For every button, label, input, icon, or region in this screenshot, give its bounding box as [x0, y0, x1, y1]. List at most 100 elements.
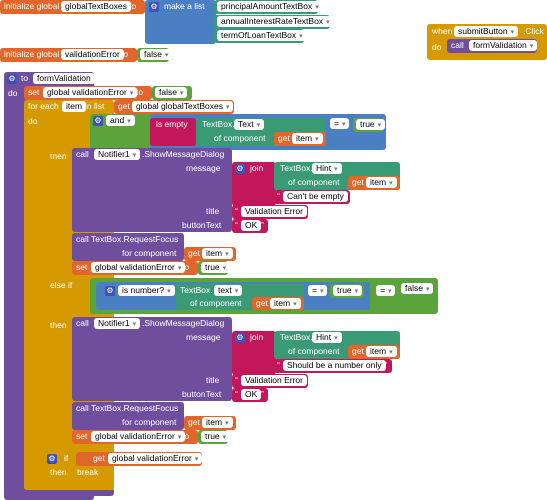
- gear-icon[interactable]: ⚙: [149, 2, 159, 12]
- variable-dropdown[interactable]: global validationError ▾: [91, 431, 186, 442]
- and-dropdown[interactable]: and ▾: [106, 115, 135, 126]
- is-empty-block[interactable]: is empty: [150, 118, 196, 146]
- equals-dropdown[interactable]: = ▾: [308, 285, 328, 296]
- variable-dropdown[interactable]: global globalTextBoxes ▾: [132, 101, 234, 112]
- join-block[interactable]: ⚙ join: [232, 162, 276, 206]
- get-item-block[interactable]: get item ▾: [184, 247, 236, 261]
- gear-icon[interactable]: ⚙: [7, 74, 17, 84]
- set-validationerror-block[interactable]: set global validationError ▾ to: [24, 86, 152, 100]
- variable-dropdown[interactable]: item ▾: [202, 417, 233, 428]
- boolean-dropdown[interactable]: false ▾: [140, 49, 173, 60]
- list-item-2[interactable]: termOfLoanTextBox ▾: [214, 29, 307, 43]
- join-block[interactable]: ⚙ join: [232, 331, 276, 375]
- true-block[interactable]: true ▾: [198, 261, 231, 275]
- boolean-dropdown[interactable]: true ▾: [333, 285, 363, 296]
- gear-icon[interactable]: ⚙: [105, 286, 115, 296]
- boolean-dropdown[interactable]: true ▾: [201, 262, 231, 273]
- text-field[interactable]: Can't be empty: [283, 191, 348, 202]
- list-item-1[interactable]: annualInterestRateTextBox ▾: [214, 15, 334, 29]
- true-block[interactable]: true ▾: [330, 284, 364, 298]
- variable-dropdown[interactable]: global validationError ▾: [91, 262, 186, 273]
- variable-dropdown[interactable]: item ▾: [366, 346, 397, 357]
- var-name-field[interactable]: globalTextBoxes: [61, 1, 131, 12]
- set-validationerror-block[interactable]: set global validationError ▾ to: [72, 430, 198, 444]
- set-validationerror-block[interactable]: set global validationError ▾ to: [72, 261, 198, 275]
- text-literal-block[interactable]: “ OK ”: [232, 219, 268, 233]
- procedure-dropdown[interactable]: formValidation ▾: [469, 40, 538, 51]
- text-literal-block[interactable]: “ Should be a number only ”: [274, 359, 392, 373]
- variable-dropdown[interactable]: global validationError ▾: [108, 453, 203, 464]
- item-var-field[interactable]: item: [62, 101, 87, 112]
- component-dropdown[interactable]: principalAmountTextBox ▾: [217, 1, 323, 12]
- false-block[interactable]: false ▾: [152, 86, 192, 100]
- boolean-dropdown[interactable]: true ▾: [201, 431, 231, 442]
- text-field[interactable]: Validation Error: [241, 375, 307, 386]
- false-block[interactable]: false ▾: [398, 282, 436, 296]
- break-keyword: break: [77, 467, 99, 477]
- variable-dropdown[interactable]: item ▾: [366, 177, 397, 188]
- get-validationerror-block[interactable]: get global validationError ▾: [76, 452, 203, 466]
- gear-icon[interactable]: ⚙: [47, 454, 57, 464]
- get-item-block[interactable]: get item ▾: [184, 416, 236, 430]
- text-field[interactable]: Validation Error: [241, 206, 307, 217]
- to-keyword: to: [182, 431, 190, 441]
- break-block[interactable]: break: [72, 466, 104, 480]
- var-name-field[interactable]: validationError: [61, 49, 124, 60]
- text-literal-block[interactable]: “ Can't be empty ”: [274, 190, 350, 204]
- call-formvalidation-block[interactable]: call formValidation ▾: [447, 39, 538, 53]
- is-number-dropdown[interactable]: is number? ▾: [118, 285, 175, 296]
- component-dropdown[interactable]: Notifier1 ▾: [94, 318, 141, 329]
- variable-dropdown[interactable]: item ▾: [202, 248, 233, 259]
- true-block[interactable]: true ▾: [353, 118, 386, 132]
- to-keyword: to: [182, 262, 190, 272]
- gear-icon[interactable]: ⚙: [93, 116, 103, 126]
- property-dropdown[interactable]: text ▾: [214, 285, 243, 296]
- property-dropdown[interactable]: Hint ▾: [312, 163, 342, 174]
- property-dropdown[interactable]: Text ▾: [234, 119, 265, 130]
- and-block[interactable]: ⚙ and ▾: [90, 114, 154, 150]
- init-keyword: initialize global: [4, 49, 60, 59]
- do-keyword: do: [432, 42, 442, 52]
- call-showmessagedialog-block[interactable]: call Notifier1 ▾ .ShowMessageDialog messa…: [72, 317, 232, 401]
- variable-dropdown[interactable]: item ▾: [292, 133, 323, 144]
- boolean-dropdown[interactable]: false ▾: [401, 283, 434, 294]
- list-item-0[interactable]: principalAmountTextBox ▾: [214, 0, 323, 14]
- text-field[interactable]: OK: [241, 220, 262, 231]
- call-requestfocus-block[interactable]: call TextBox.RequestFocus for component: [72, 402, 184, 430]
- make-list-block[interactable]: ⚙ make a list: [145, 0, 216, 44]
- is-number-block[interactable]: ⚙ is number? ▾: [102, 284, 176, 308]
- get-item-block[interactable]: get item ▾: [252, 297, 304, 310]
- true-block[interactable]: true ▾: [198, 430, 231, 444]
- equals-dropdown[interactable]: = ▾: [376, 285, 396, 296]
- text-literal-block[interactable]: “ Validation Error ”: [232, 374, 308, 388]
- text-field[interactable]: Should be a number only: [283, 360, 386, 371]
- init-global-validationerror-block[interactable]: initialize global validationError to: [0, 48, 137, 62]
- boolean-dropdown[interactable]: true ▾: [356, 119, 386, 130]
- variable-dropdown[interactable]: global validationError ▾: [43, 87, 138, 98]
- init-global-textboxes-block[interactable]: initialize global globalTextBoxes to: [0, 0, 145, 14]
- equals-dropdown[interactable]: = ▾: [330, 118, 350, 129]
- get-item-block[interactable]: get item ▾: [274, 132, 326, 146]
- get-globaltextboxes-block[interactable]: get global globalTextBoxes ▾: [114, 100, 234, 114]
- procedure-name-field[interactable]: formValidation: [33, 73, 95, 84]
- component-dropdown[interactable]: submitButton ▾: [454, 26, 519, 37]
- gear-icon[interactable]: ⚙: [235, 333, 245, 343]
- chevron-down-icon: ▾: [225, 251, 229, 258]
- variable-dropdown[interactable]: item ▾: [270, 298, 301, 309]
- false-block[interactable]: false ▾: [137, 48, 173, 62]
- gear-icon[interactable]: ⚙: [235, 164, 245, 174]
- call-showmessagedialog-block[interactable]: call Notifier1 ▾ .ShowMessageDialog messa…: [72, 148, 232, 232]
- text-field[interactable]: OK: [241, 389, 262, 400]
- component-dropdown[interactable]: Notifier1 ▾: [94, 149, 141, 160]
- get-item-block[interactable]: get item ▾: [348, 345, 400, 359]
- property-dropdown[interactable]: Hint ▾: [312, 332, 342, 343]
- boolean-dropdown[interactable]: false ▾: [155, 87, 188, 98]
- chevron-down-icon: ▾: [377, 122, 382, 129]
- component-dropdown[interactable]: annualInterestRateTextBox ▾: [217, 16, 334, 27]
- component-dropdown[interactable]: termOfLoanTextBox ▾: [217, 30, 307, 41]
- chevron-down-icon: ▾: [354, 288, 359, 295]
- get-item-block[interactable]: get item ▾: [348, 176, 400, 190]
- text-literal-block[interactable]: “ Validation Error ”: [232, 205, 308, 219]
- text-literal-block[interactable]: “ OK ”: [232, 388, 268, 402]
- call-requestfocus-block[interactable]: call TextBox.RequestFocus for component: [72, 233, 184, 261]
